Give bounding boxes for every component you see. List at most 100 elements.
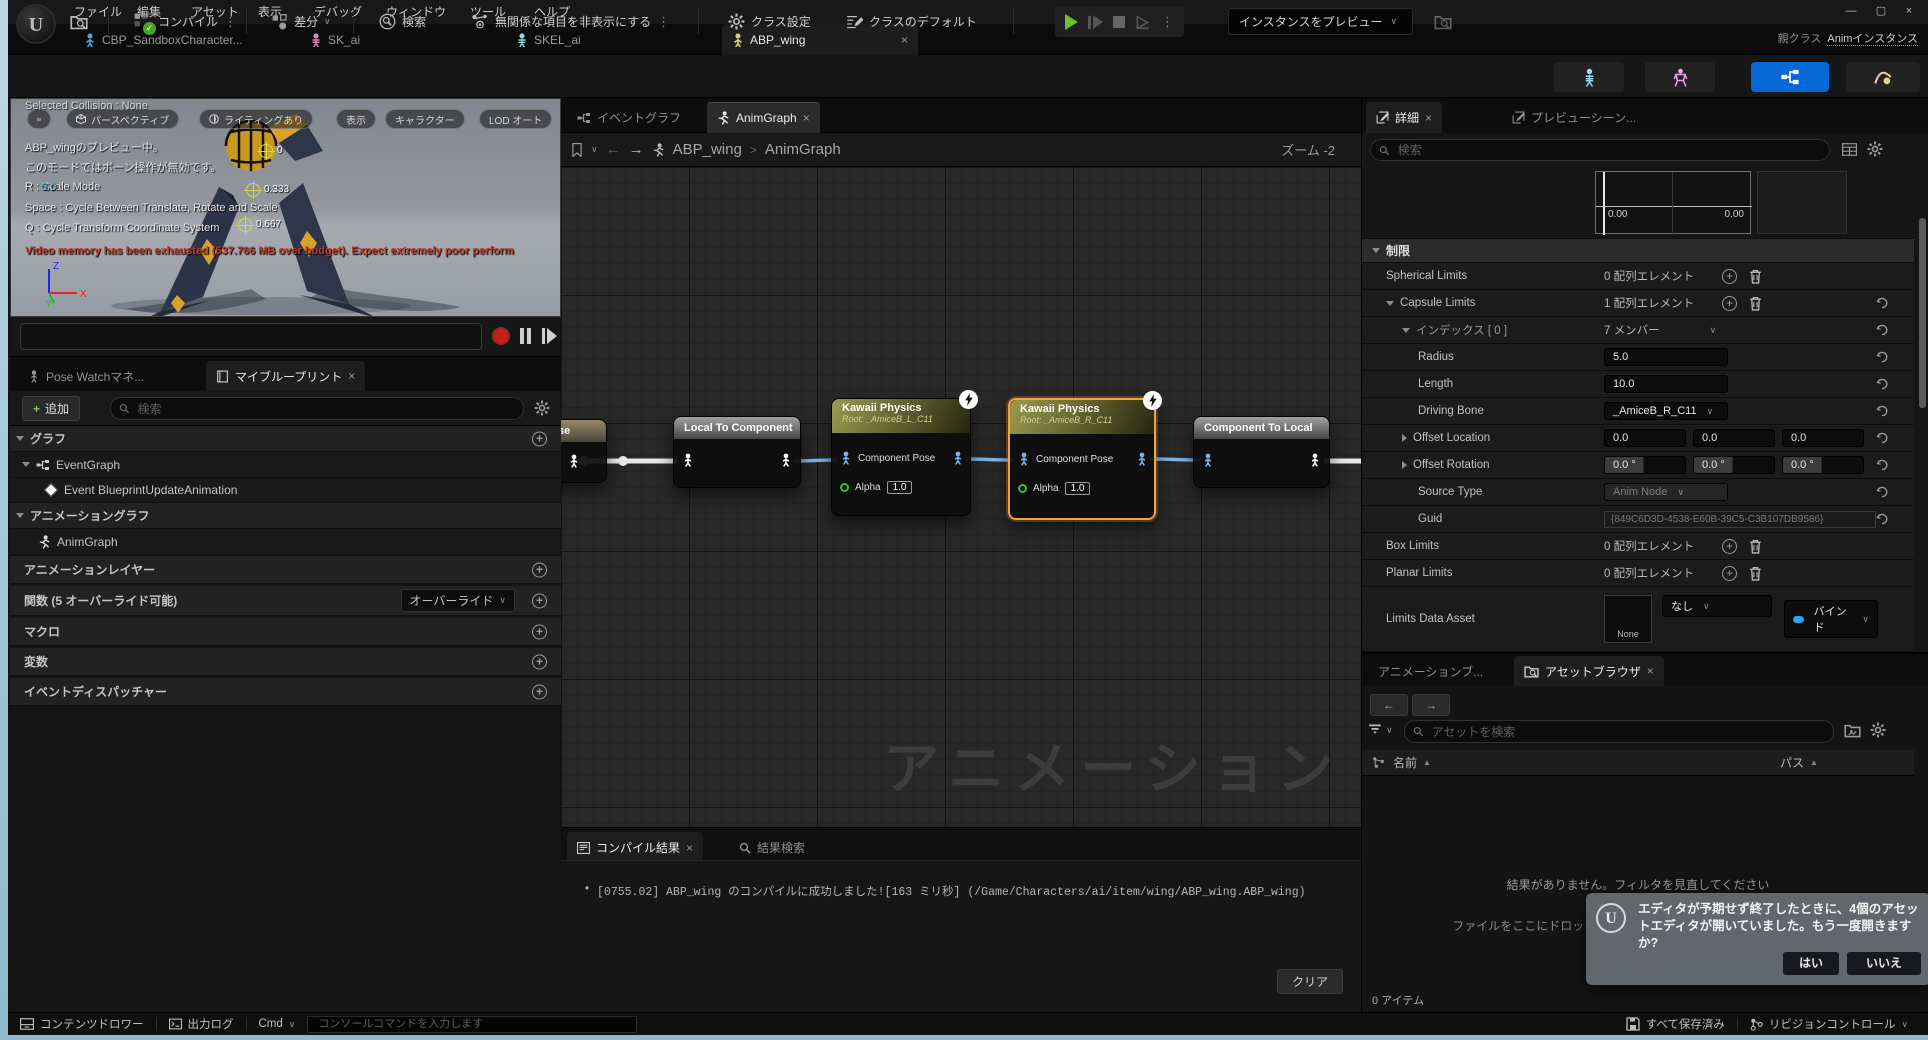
asset-thumbnail[interactable]: None (1604, 595, 1652, 643)
breadcrumb-root[interactable]: ABP_wing (673, 141, 742, 158)
offset-location-x[interactable]: 0.0 (1604, 429, 1686, 447)
console-command-input[interactable] (316, 1017, 628, 1031)
node-fragment[interactable]: se (561, 419, 607, 483)
settings-gear-icon[interactable] (534, 400, 550, 416)
find-button[interactable]: 検索 (371, 8, 434, 35)
filter-button[interactable]: ∨ (1368, 724, 1393, 736)
column-path[interactable]: パス (1780, 754, 1804, 771)
settings-gear-icon[interactable] (1870, 722, 1886, 738)
section-variables[interactable]: 変数+ (10, 648, 561, 676)
reset-icon[interactable] (1876, 432, 1888, 444)
hide-unrelated-button[interactable]: 無関係な項目を非表示にする ⋮ (463, 8, 678, 35)
limit-curve-widget[interactable]: 0.00 0.00 (1595, 171, 1751, 234)
alpha-value[interactable]: 1.0 (887, 481, 913, 494)
search-input[interactable] (136, 401, 515, 417)
section-graph[interactable]: グラフ+ (10, 426, 561, 452)
item-animgraph[interactable]: AnimGraph (10, 529, 561, 555)
offset-location-z[interactable]: 0.0 (1782, 429, 1864, 447)
add-function-icon[interactable]: + (532, 593, 547, 608)
section-animation-graphs[interactable]: アニメーショングラフ (10, 503, 561, 529)
yes-button[interactable]: はい (1783, 952, 1839, 975)
pose-output-pin-icon[interactable] (780, 453, 792, 467)
animation-editor-button[interactable] (1846, 62, 1920, 92)
search-input[interactable] (1396, 142, 1821, 158)
alpha-pin-icon[interactable] (1018, 484, 1027, 493)
breadcrumb-current[interactable]: AnimGraph (765, 141, 841, 158)
offset-location-y[interactable]: 0.0 (1693, 429, 1775, 447)
folder-picture-icon[interactable] (1844, 723, 1861, 738)
reset-icon[interactable] (1876, 378, 1888, 390)
close-tab-icon[interactable]: × (348, 369, 355, 383)
search-input[interactable] (1430, 724, 1825, 740)
tab-preview-scene[interactable]: プレビューシーン... (1502, 102, 1646, 133)
reset-icon[interactable] (1876, 351, 1888, 363)
clear-array-icon[interactable] (1749, 296, 1762, 311)
tab-animation-bp[interactable]: アニメーションブ... (1368, 656, 1493, 686)
close-button[interactable]: × (1896, 2, 1922, 20)
tab-animgraph-active[interactable]: AnimGraph × (707, 102, 820, 133)
debug-browse-button[interactable] (1426, 8, 1460, 35)
alpha-value[interactable]: 1.0 (1065, 482, 1091, 495)
preview-instance-dropdown[interactable]: インスタンスをプレビュー ∨ (1228, 8, 1413, 35)
pose-input-pin-icon[interactable] (1202, 453, 1214, 467)
hierarchy-icon[interactable] (1372, 756, 1385, 769)
section-limits[interactable]: 制限 (1362, 239, 1914, 263)
details-search[interactable] (1370, 139, 1830, 161)
character-dropdown[interactable]: キャラクター (385, 109, 465, 129)
pose-output-pin-icon[interactable] (952, 451, 964, 465)
item-event-blueprintupdateanimation[interactable]: Event BlueprintUpdateAnimation (10, 478, 561, 503)
add-dispatcher-icon[interactable]: + (532, 684, 547, 699)
close-tab-icon[interactable]: × (803, 111, 810, 125)
display-mode-icon[interactable] (1842, 143, 1857, 156)
add-button[interactable]: +追加 (22, 396, 80, 421)
add-element-icon[interactable]: + (1722, 539, 1737, 554)
blueprint-editor-button-active[interactable] (1751, 62, 1829, 92)
tab-pose-watch[interactable]: Pose Watchマネ... (18, 361, 154, 391)
pause-icon[interactable] (520, 328, 531, 344)
clear-array-icon[interactable] (1749, 269, 1762, 284)
compile-button[interactable]: ✓ コンパイル ⋮ (126, 8, 245, 35)
close-tab-icon[interactable]: × (1425, 111, 1432, 125)
reset-icon[interactable] (1876, 486, 1888, 498)
item-eventgraph[interactable]: EventGraph (10, 452, 561, 478)
driving-bone-dropdown[interactable]: _AmiceB_R_C11∨ (1604, 402, 1728, 420)
mesh-editor-button[interactable] (1645, 62, 1715, 92)
compile-options-icon[interactable]: ⋮ (224, 14, 237, 30)
offset-rotation-x[interactable]: 0.0 ° (1604, 456, 1686, 474)
lod-dropdown[interactable]: LOD オート (479, 109, 552, 129)
bone-gizmo-marker[interactable] (246, 183, 260, 197)
column-name[interactable]: 名前 (1393, 754, 1417, 771)
node-kawaii-physics-right-selected[interactable]: Kawaii PhysicsRoot: _AmiceB_R_C11 Compon… (1008, 398, 1156, 520)
bookmark-icon[interactable] (571, 143, 583, 157)
node-component-to-local[interactable]: Component To Local (1193, 416, 1330, 488)
reset-icon[interactable] (1876, 459, 1888, 471)
tab-compile-results[interactable]: コンパイル結果 × (567, 832, 703, 863)
hide-options-icon[interactable]: ⋮ (657, 14, 670, 30)
parent-class-link[interactable]: Animインスタンス (1827, 33, 1918, 46)
revision-control-button[interactable]: リビジョンコントロール ∨ (1738, 1013, 1928, 1035)
preview-viewport[interactable]: パースペクティブ ライティングあり 表示 キャラクター LOD オート Sele… (10, 98, 561, 317)
add-graph-icon[interactable]: + (532, 431, 547, 446)
section-macros[interactable]: マクロ+ (10, 618, 561, 646)
reset-icon[interactable] (1876, 513, 1888, 525)
tab-find-results[interactable]: 結果検索 (729, 832, 815, 863)
settings-gear-icon[interactable] (1867, 141, 1883, 157)
playback-options-icon[interactable]: ⋮ (1161, 14, 1174, 30)
reset-icon[interactable] (1876, 297, 1888, 309)
add-layer-icon[interactable]: + (532, 562, 547, 577)
add-element-icon[interactable]: + (1722, 296, 1737, 311)
reset-icon[interactable] (1876, 405, 1888, 417)
nav-forward-icon[interactable]: → (629, 141, 644, 158)
bind-dropdown[interactable]: バインド∨ (1784, 600, 1878, 638)
add-element-icon[interactable]: + (1722, 566, 1737, 581)
save-all-status[interactable]: すべて保存済み (1614, 1013, 1737, 1035)
skeleton-editor-button[interactable] (1554, 62, 1624, 92)
length-input[interactable]: 10.0 (1604, 375, 1728, 393)
node-local-to-component[interactable]: Local To Component (673, 416, 801, 488)
animgraph-canvas[interactable]: アニメーション se Local To Component Kawaii Phy… (561, 167, 1361, 827)
pose-input-pin-icon[interactable] (682, 453, 694, 467)
browse-to-asset-button[interactable] (62, 8, 96, 35)
alpha-pin-icon[interactable] (840, 483, 849, 492)
close-tab-icon[interactable]: × (686, 841, 693, 855)
override-dropdown[interactable]: オーバーライド∨ (401, 589, 515, 612)
